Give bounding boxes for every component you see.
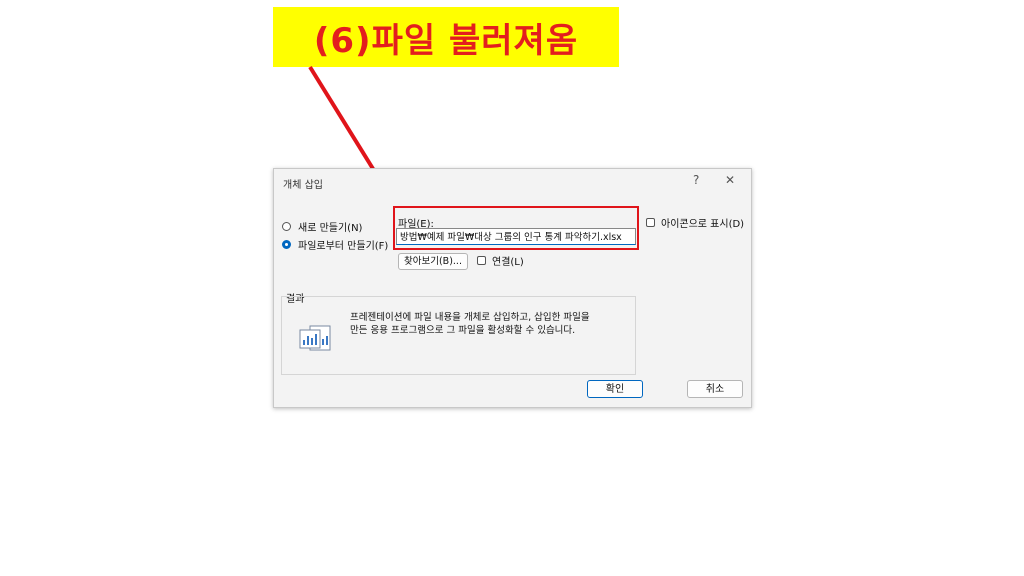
result-text-line1: 프레젠테이션에 파일 내용을 개체로 삽입하고, 삽입한 파일을 <box>350 312 590 323</box>
insert-object-dialog: 개체 삽입 ? ✕ 새로 만들기(N) 파일로부터 만들기(F) 파일(E): … <box>273 168 752 408</box>
cancel-button[interactable]: 취소 <box>687 380 743 398</box>
annotation-text: (6)파일 불러져옴 <box>313 20 579 61</box>
display-as-icon-checkbox-box[interactable] <box>646 218 655 227</box>
close-button[interactable]: ✕ <box>725 173 735 187</box>
radio-create-from-file[interactable]: 파일로부터 만들기(F) <box>282 237 388 252</box>
ok-button[interactable]: 확인 <box>587 380 643 398</box>
display-as-icon-label: 아이콘으로 표시(D) <box>661 219 745 230</box>
annotation-banner: (6)파일 불러져옴 <box>273 7 619 67</box>
dialog-title: 개체 삽입 <box>283 180 323 191</box>
radio-create-new-circle[interactable] <box>282 222 291 231</box>
annotation-highlight-box <box>393 206 639 250</box>
result-text-line2: 만든 응용 프로그램으로 그 파일을 활성화할 수 있습니다. <box>350 325 576 336</box>
radio-create-new-label: 새로 만들기(N) <box>298 223 363 234</box>
link-checkbox-label: 연결(L) <box>492 257 524 268</box>
object-file-icon <box>299 325 331 351</box>
display-as-icon-checkbox[interactable]: 아이콘으로 표시(D) <box>646 215 744 230</box>
link-checkbox[interactable]: 연결(L) <box>477 253 524 268</box>
radio-create-from-file-circle[interactable] <box>282 240 291 249</box>
radio-create-new[interactable]: 새로 만들기(N) <box>282 219 362 234</box>
browse-button[interactable]: 찾아보기(B)... <box>398 253 468 270</box>
result-group: 프레젠테이션에 파일 내용을 개체로 삽입하고, 삽입한 파일을 만든 응용 프… <box>281 296 636 375</box>
radio-create-from-file-label: 파일로부터 만들기(F) <box>298 241 389 252</box>
dialog-titlebar: 개체 삽입 ? ✕ <box>274 169 751 195</box>
help-button[interactable]: ? <box>693 173 699 187</box>
link-checkbox-box[interactable] <box>477 256 486 265</box>
result-description: 프레젠테이션에 파일 내용을 개체로 삽입하고, 삽입한 파일을 만든 응용 프… <box>350 311 630 337</box>
